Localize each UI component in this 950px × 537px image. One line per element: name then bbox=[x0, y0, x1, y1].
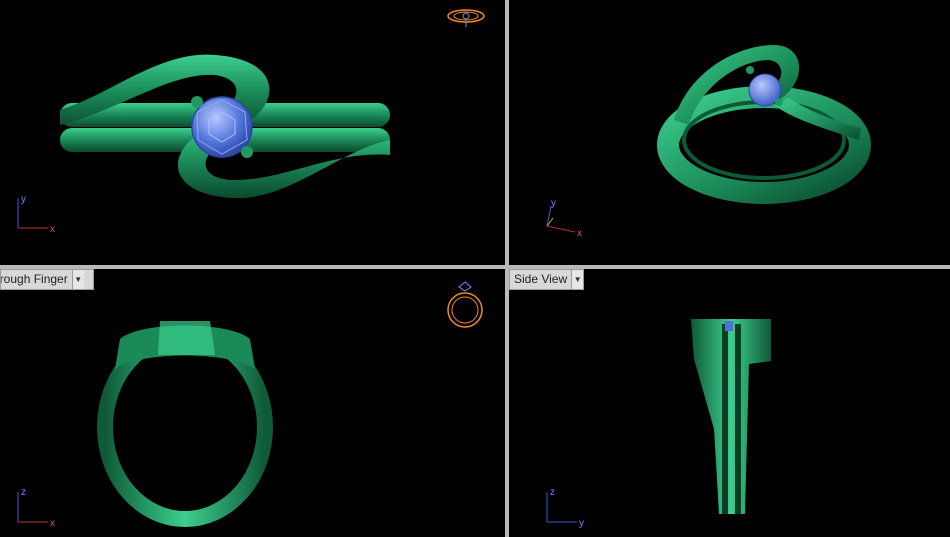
axis-triad-xz: z x bbox=[17, 487, 55, 529]
axis-triad-perspective: y x bbox=[546, 198, 582, 238]
axis-label-x: x bbox=[577, 228, 582, 238]
axis-label-y: y bbox=[21, 194, 26, 205]
ring-front-nav-icon[interactable] bbox=[444, 281, 486, 333]
ring-top-view bbox=[60, 54, 390, 199]
axis-label-z: z bbox=[21, 487, 26, 498]
axis-triad-yz: z y bbox=[546, 487, 584, 529]
viewport-side-view[interactable]: Side View ▼ z y bbox=[509, 269, 950, 537]
viewport-perspective[interactable]: y x bbox=[509, 0, 950, 265]
axis-triad-xy: y x bbox=[17, 194, 55, 234]
viewport-through-finger[interactable]: hrough Finger ▼ z x bbox=[0, 269, 505, 537]
axis-label-y: y bbox=[551, 198, 556, 209]
axis-label-z: z bbox=[550, 487, 555, 498]
ring-top-nav-icon[interactable] bbox=[445, 6, 487, 28]
viewport-top[interactable]: y x bbox=[0, 0, 505, 265]
ring-front-view bbox=[97, 321, 273, 527]
axis-label-y: y bbox=[579, 518, 584, 529]
axis-label-x: x bbox=[50, 518, 55, 529]
axis-label-x: x bbox=[50, 224, 55, 234]
